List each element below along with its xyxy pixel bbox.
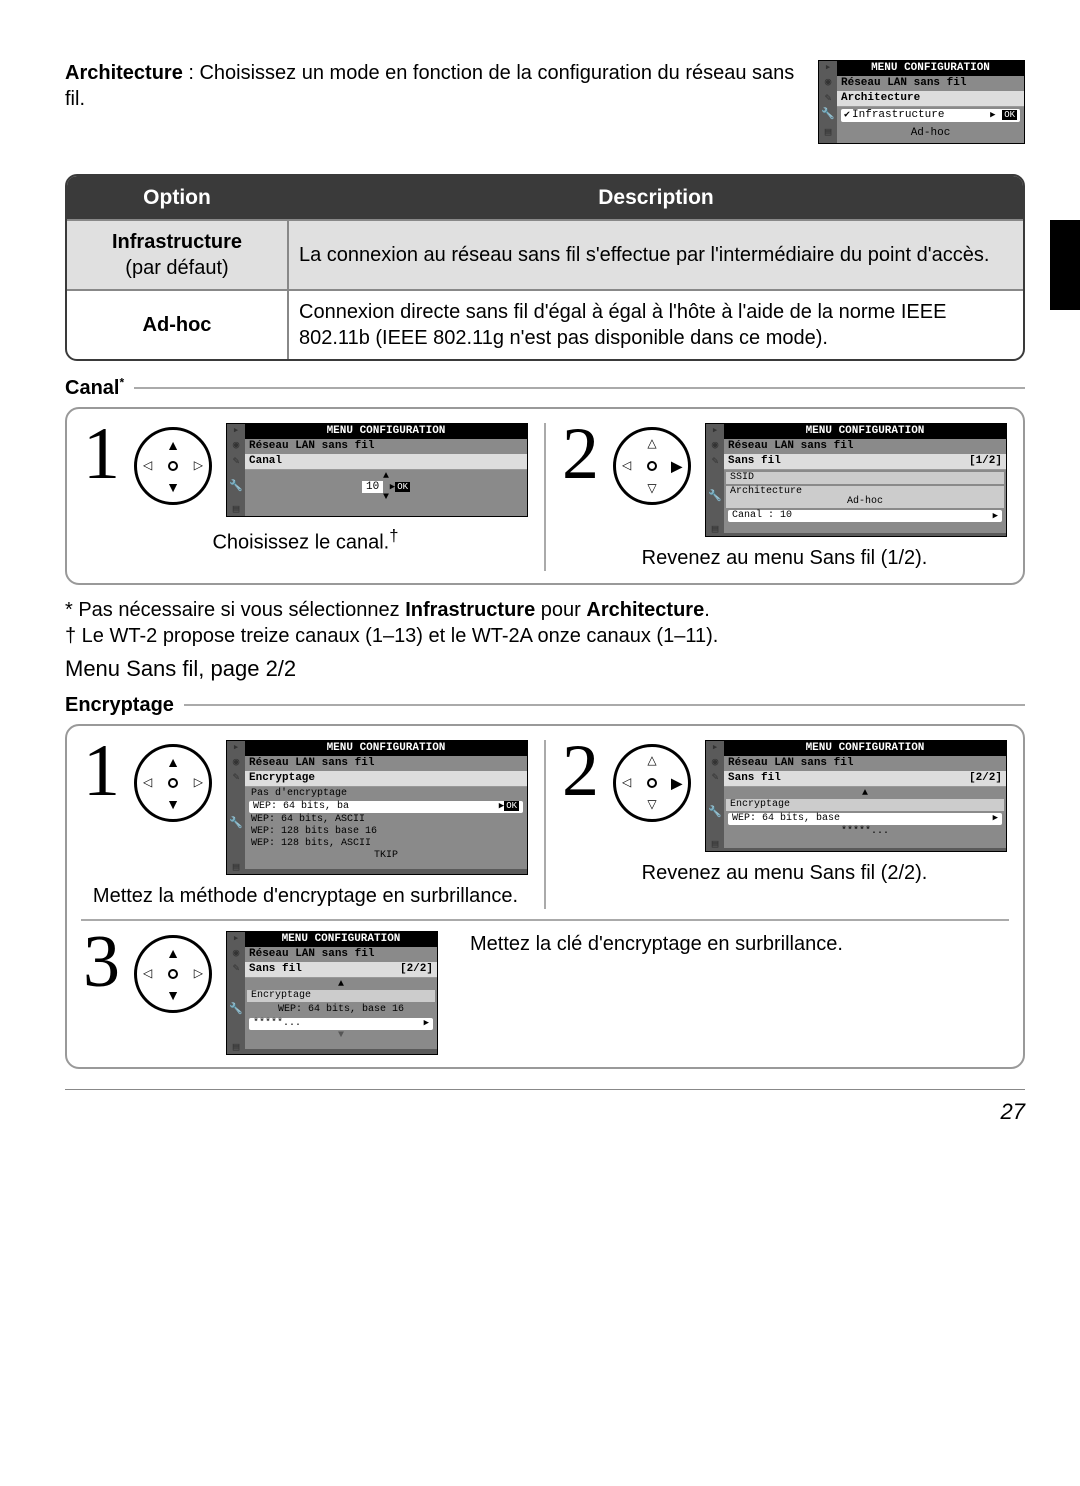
dpad-icon: ▲▼ ◁▷ (134, 427, 212, 505)
screen-architecture: ▸ MENU CONFIGURATION ◉ Réseau LAN sans f… (818, 60, 1025, 144)
divider (544, 740, 546, 909)
dpad-icon: △▽ ◁▶ (613, 744, 691, 822)
encrypt-step3-caption: Mettez la clé d'encryptage en surbrillan… (452, 931, 1007, 957)
divider (544, 423, 546, 571)
cell-adhoc-desc: Connexion directe sans fil d'égal à égal… (289, 289, 1023, 359)
options-table: Option Description Infrastructure (par d… (65, 174, 1025, 361)
play-icon: ▸ (819, 61, 837, 76)
pencil-icon: ✎ (819, 91, 837, 107)
canal-heading: Canal* (65, 375, 1025, 401)
intro-row: Architecture : Choisissez un mode en fon… (65, 60, 1025, 144)
intro-label: Architecture (65, 62, 183, 84)
canal-step2-caption: Revenez au menu Sans fil (1/2). (562, 545, 1007, 571)
cell-infra-desc: La connexion au réseau sans fil s'effect… (289, 219, 1023, 289)
screen-encrypt-3: ▸MENU CONFIGURATION ◉Réseau LAN sans fil… (226, 931, 438, 1055)
table-row: Infrastructure (par défaut) La connexion… (67, 219, 1023, 289)
screen-encrypt-2: ▸MENU CONFIGURATION ◉Réseau LAN sans fil… (705, 740, 1007, 852)
step-number-3: 3 (83, 931, 120, 994)
screen-canal-1: ▸MENU CONFIGURATION ◉Réseau LAN sans fil… (226, 423, 528, 517)
step-number-1: 1 (83, 740, 120, 803)
intro-text: Architecture : Choisissez un mode en fon… (65, 60, 798, 144)
screen-canal-2: ▸MENU CONFIGURATION ◉Réseau LAN sans fil… (705, 423, 1007, 537)
table-row: Ad-hoc Connexion directe sans fil d'égal… (67, 289, 1023, 359)
encrypt-step1-caption: Mettez la méthode d'encryptage en surbri… (83, 883, 528, 909)
manual-page: Architecture : Choisissez un mode en fon… (65, 60, 1025, 1126)
subhead-page22: Menu Sans fil, page 2/2 (65, 655, 1025, 684)
cell-adhoc: Ad-hoc (143, 314, 212, 336)
option-infrastructure: Infrastructure (844, 110, 944, 121)
cell-infra: Infrastructure (112, 231, 242, 253)
rule (184, 704, 1025, 706)
th-option: Option (67, 176, 289, 219)
ok-tag: OK (1002, 110, 1017, 120)
camera-icon: ◉ (819, 76, 837, 91)
card-icon: ▤ (819, 124, 837, 143)
screen-sub: Réseau LAN sans fil (841, 78, 966, 89)
rule (134, 387, 1025, 389)
canal-step1-caption: Choisissez le canal. (212, 532, 389, 554)
step-number-2: 2 (562, 740, 599, 803)
encrypt-step2-caption: Revenez au menu Sans fil (2/2). (562, 860, 1007, 886)
th-desc: Description (289, 176, 1023, 219)
dpad-icon: ▲▼ ◁▷ (134, 744, 212, 822)
thumb-tab (1050, 220, 1080, 310)
screen-label: Architecture (837, 91, 1024, 107)
wrench-icon: 🔧 (819, 107, 837, 124)
canal-box: 1 ▲▼ ◁▷ ▸MENU CONFIGURATION ◉Réseau LAN … (65, 407, 1025, 585)
page-number: 27 (65, 1089, 1025, 1127)
step-number-2: 2 (562, 423, 599, 486)
screen-encrypt-1: ▸MENU CONFIGURATION ◉Réseau LAN sans fil… (226, 740, 528, 875)
encrypt-box: 1 ▲▼ ◁▷ ▸MENU CONFIGURATION ◉Réseau LAN … (65, 724, 1025, 1069)
dpad-icon: ▲▼ ◁▷ (134, 935, 212, 1013)
dpad-icon: △▽ ◁▶ (613, 427, 691, 505)
divider-h (81, 919, 1009, 921)
encrypt-heading: Encryptage (65, 692, 1025, 718)
cell-infra-default: (par défaut) (125, 257, 228, 279)
option-adhoc: Ad-hoc (841, 126, 1020, 141)
canal-value: 10 (362, 481, 383, 493)
footnotes: * Pas nécessaire si vous sélectionnez In… (65, 597, 1025, 649)
screen-title: MENU CONFIGURATION (837, 61, 1024, 76)
step-number-1: 1 (83, 423, 120, 486)
